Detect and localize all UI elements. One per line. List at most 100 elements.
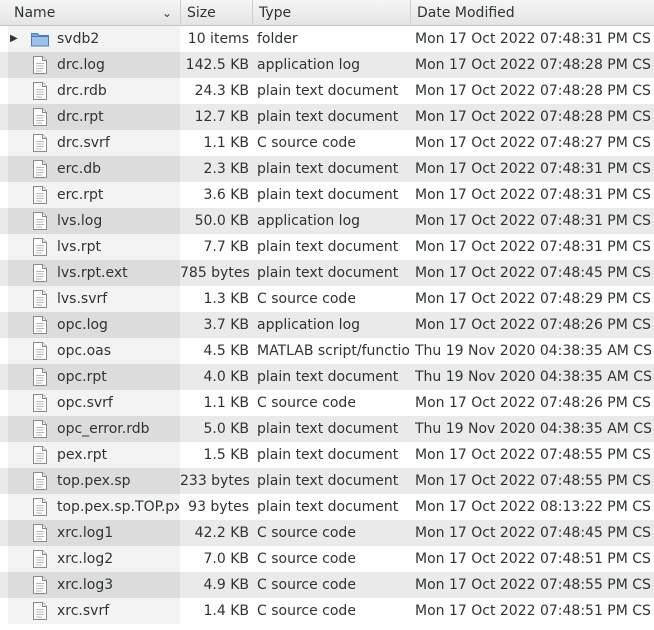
file-name: opc.log xyxy=(57,317,108,333)
file-date-modified: Mon 17 Oct 2022 07:48:26 PM CST xyxy=(415,317,651,333)
file-date-modified: Mon 17 Oct 2022 07:48:51 PM CST xyxy=(415,551,651,567)
file-size: 4.0 KB xyxy=(203,369,250,385)
file-row[interactable]: opc.svrf 1.1 KB C source code Mon 17 Oct 20… xyxy=(0,390,654,416)
file-row[interactable]: xrc.log3 4.9 KB C source code Mon 17 Oct 20… xyxy=(0,572,654,598)
folder-icon xyxy=(30,29,50,49)
file-date-modified: Mon 17 Oct 2022 07:48:55 PM CST xyxy=(415,447,651,463)
file-size: 1.4 KB xyxy=(203,603,250,619)
file-type: plain text document xyxy=(257,83,399,99)
file-name: drc.rdb xyxy=(57,83,107,99)
file-size: 1.1 KB xyxy=(203,135,250,151)
file-type: C source code xyxy=(257,603,356,619)
file-row[interactable]: lvs.rpt.ext 785 bytes plain text document M… xyxy=(0,260,654,286)
file-size: 4.9 KB xyxy=(203,577,250,593)
document-icon xyxy=(30,575,50,595)
file-type: C source code xyxy=(257,135,356,151)
file-date-modified: Mon 17 Oct 2022 07:48:51 PM CST xyxy=(415,603,651,619)
file-date-modified: Mon 17 Oct 2022 08:13:22 PM CST xyxy=(415,499,651,515)
file-row[interactable]: drc.svrf 1.1 KB C source code Mon 17 Oct 20… xyxy=(0,130,654,156)
file-row[interactable]: pex.rpt 1.5 KB plain text document Mon 17 O… xyxy=(0,442,654,468)
file-name: opc_error.rdb xyxy=(57,421,150,437)
document-icon xyxy=(30,419,50,439)
document-icon xyxy=(30,55,50,75)
file-size: 1.5 KB xyxy=(203,447,250,463)
file-date-modified: Mon 17 Oct 2022 07:48:28 PM CST xyxy=(415,57,651,73)
file-row[interactable]: xrc.log2 7.0 KB C source code Mon 17 Oct 20… xyxy=(0,546,654,572)
file-type: application log xyxy=(257,317,361,333)
file-name: top.pex.sp xyxy=(57,473,131,489)
file-size: 5.0 KB xyxy=(203,421,250,437)
file-date-modified: Mon 17 Oct 2022 07:48:29 PM CST xyxy=(415,291,651,307)
column-header-size-label: Size xyxy=(187,5,216,21)
file-type: plain text document xyxy=(257,239,399,255)
document-icon xyxy=(30,133,50,153)
file-row[interactable]: top.pex.sp 233 bytes plain text document Mo… xyxy=(0,468,654,494)
file-type: plain text document xyxy=(257,473,399,489)
file-size: 7.7 KB xyxy=(203,239,250,255)
file-name: opc.svrf xyxy=(57,395,113,411)
file-row[interactable]: drc.rpt 12.7 KB plain text document Mon 17 … xyxy=(0,104,654,130)
expand-arrow-icon[interactable]: ▶ xyxy=(10,26,22,52)
file-row[interactable]: opc.rpt 4.0 KB plain text document Thu 19 N… xyxy=(0,364,654,390)
file-name: erc.db xyxy=(57,161,101,177)
file-type: plain text document xyxy=(257,265,399,281)
column-header-type[interactable]: Type xyxy=(252,0,410,26)
file-row[interactable]: opc.log 3.7 KB application log Mon 17 Oct 2… xyxy=(0,312,654,338)
file-size: 4.5 KB xyxy=(203,343,250,359)
document-icon xyxy=(30,393,50,413)
file-date-modified: Mon 17 Oct 2022 07:48:45 PM CST xyxy=(415,265,651,281)
file-row[interactable]: xrc.svrf 1.4 KB C source code Mon 17 Oct 20… xyxy=(0,598,654,624)
file-name: pex.rpt xyxy=(57,447,108,463)
file-date-modified: Mon 17 Oct 2022 07:48:31 PM CST xyxy=(415,239,651,255)
file-name: lvs.rpt.ext xyxy=(57,265,128,281)
file-name: lvs.rpt xyxy=(57,239,102,255)
column-header-date-modified[interactable]: Date Modified xyxy=(410,0,654,26)
file-date-modified: Mon 17 Oct 2022 07:48:27 PM CST xyxy=(415,135,651,151)
file-name: xrc.log3 xyxy=(57,577,114,593)
file-name: opc.rpt xyxy=(57,369,107,385)
file-row[interactable]: erc.db 2.3 KB plain text document Mon 17 Oc… xyxy=(0,156,654,182)
file-row[interactable]: lvs.svrf 1.3 KB C source code Mon 17 Oct 20… xyxy=(0,286,654,312)
file-row[interactable]: erc.rpt 3.6 KB plain text document Mon 17 O… xyxy=(0,182,654,208)
chevron-down-icon: ⌄ xyxy=(161,6,172,20)
document-icon xyxy=(30,159,50,179)
file-name: drc.log xyxy=(57,57,105,73)
column-header-name-label: Name xyxy=(14,5,56,21)
file-row[interactable]: ▶ svdb2 10 items folder Mon 17 Oct 2022 07:4… xyxy=(0,26,654,52)
file-row[interactable]: opc.oas 4.5 KB MATLAB script/function Thu 1… xyxy=(0,338,654,364)
file-type: folder xyxy=(257,31,298,47)
file-date-modified: Mon 17 Oct 2022 07:48:31 PM CST xyxy=(415,187,651,203)
file-type: C source code xyxy=(257,525,356,541)
document-icon xyxy=(30,445,50,465)
file-row[interactable]: lvs.rpt 7.7 KB plain text document Mon 17 O… xyxy=(0,234,654,260)
column-header-size[interactable]: Size xyxy=(180,0,252,26)
document-icon xyxy=(30,315,50,335)
file-row[interactable]: opc_error.rdb 5.0 KB plain text document Th… xyxy=(0,416,654,442)
column-header: Name ⌄ Size Type Date Modified xyxy=(0,0,654,26)
file-type: application log xyxy=(257,213,361,229)
document-icon xyxy=(30,601,50,621)
file-type: plain text document xyxy=(257,109,399,125)
file-size: 50.0 KB xyxy=(194,213,249,229)
file-size: 1.3 KB xyxy=(203,291,250,307)
file-size: 12.7 KB xyxy=(194,109,249,125)
file-row[interactable]: top.pex.sp.TOP.pxi 93 bytes plain text doc… xyxy=(0,494,654,520)
file-type: plain text document xyxy=(257,161,399,177)
file-name: svdb2 xyxy=(57,31,100,47)
file-size: 1.1 KB xyxy=(203,395,250,411)
file-size: 785 bytes xyxy=(180,265,249,281)
file-type: plain text document xyxy=(257,369,399,385)
column-header-name[interactable]: Name ⌄ xyxy=(8,0,180,26)
file-date-modified: Mon 17 Oct 2022 07:48:31 PM CST xyxy=(415,213,651,229)
file-name: top.pex.sp.TOP.pxi xyxy=(57,499,179,515)
file-type: C source code xyxy=(257,551,356,567)
file-date-modified: Mon 17 Oct 2022 07:48:55 PM CST xyxy=(415,473,651,489)
file-row[interactable]: drc.log 142.5 KB application log Mon 17 Oct… xyxy=(0,52,654,78)
file-row[interactable]: drc.rdb 24.3 KB plain text document Mon 17 … xyxy=(0,78,654,104)
file-name: drc.rpt xyxy=(57,109,104,125)
document-icon xyxy=(30,289,50,309)
file-size: 24.3 KB xyxy=(194,83,249,99)
file-row[interactable]: xrc.log1 42.2 KB C source code Mon 17 Oct 2… xyxy=(0,520,654,546)
file-size: 93 bytes xyxy=(188,499,249,515)
file-row[interactable]: lvs.log 50.0 KB application log Mon 17 Oct … xyxy=(0,208,654,234)
